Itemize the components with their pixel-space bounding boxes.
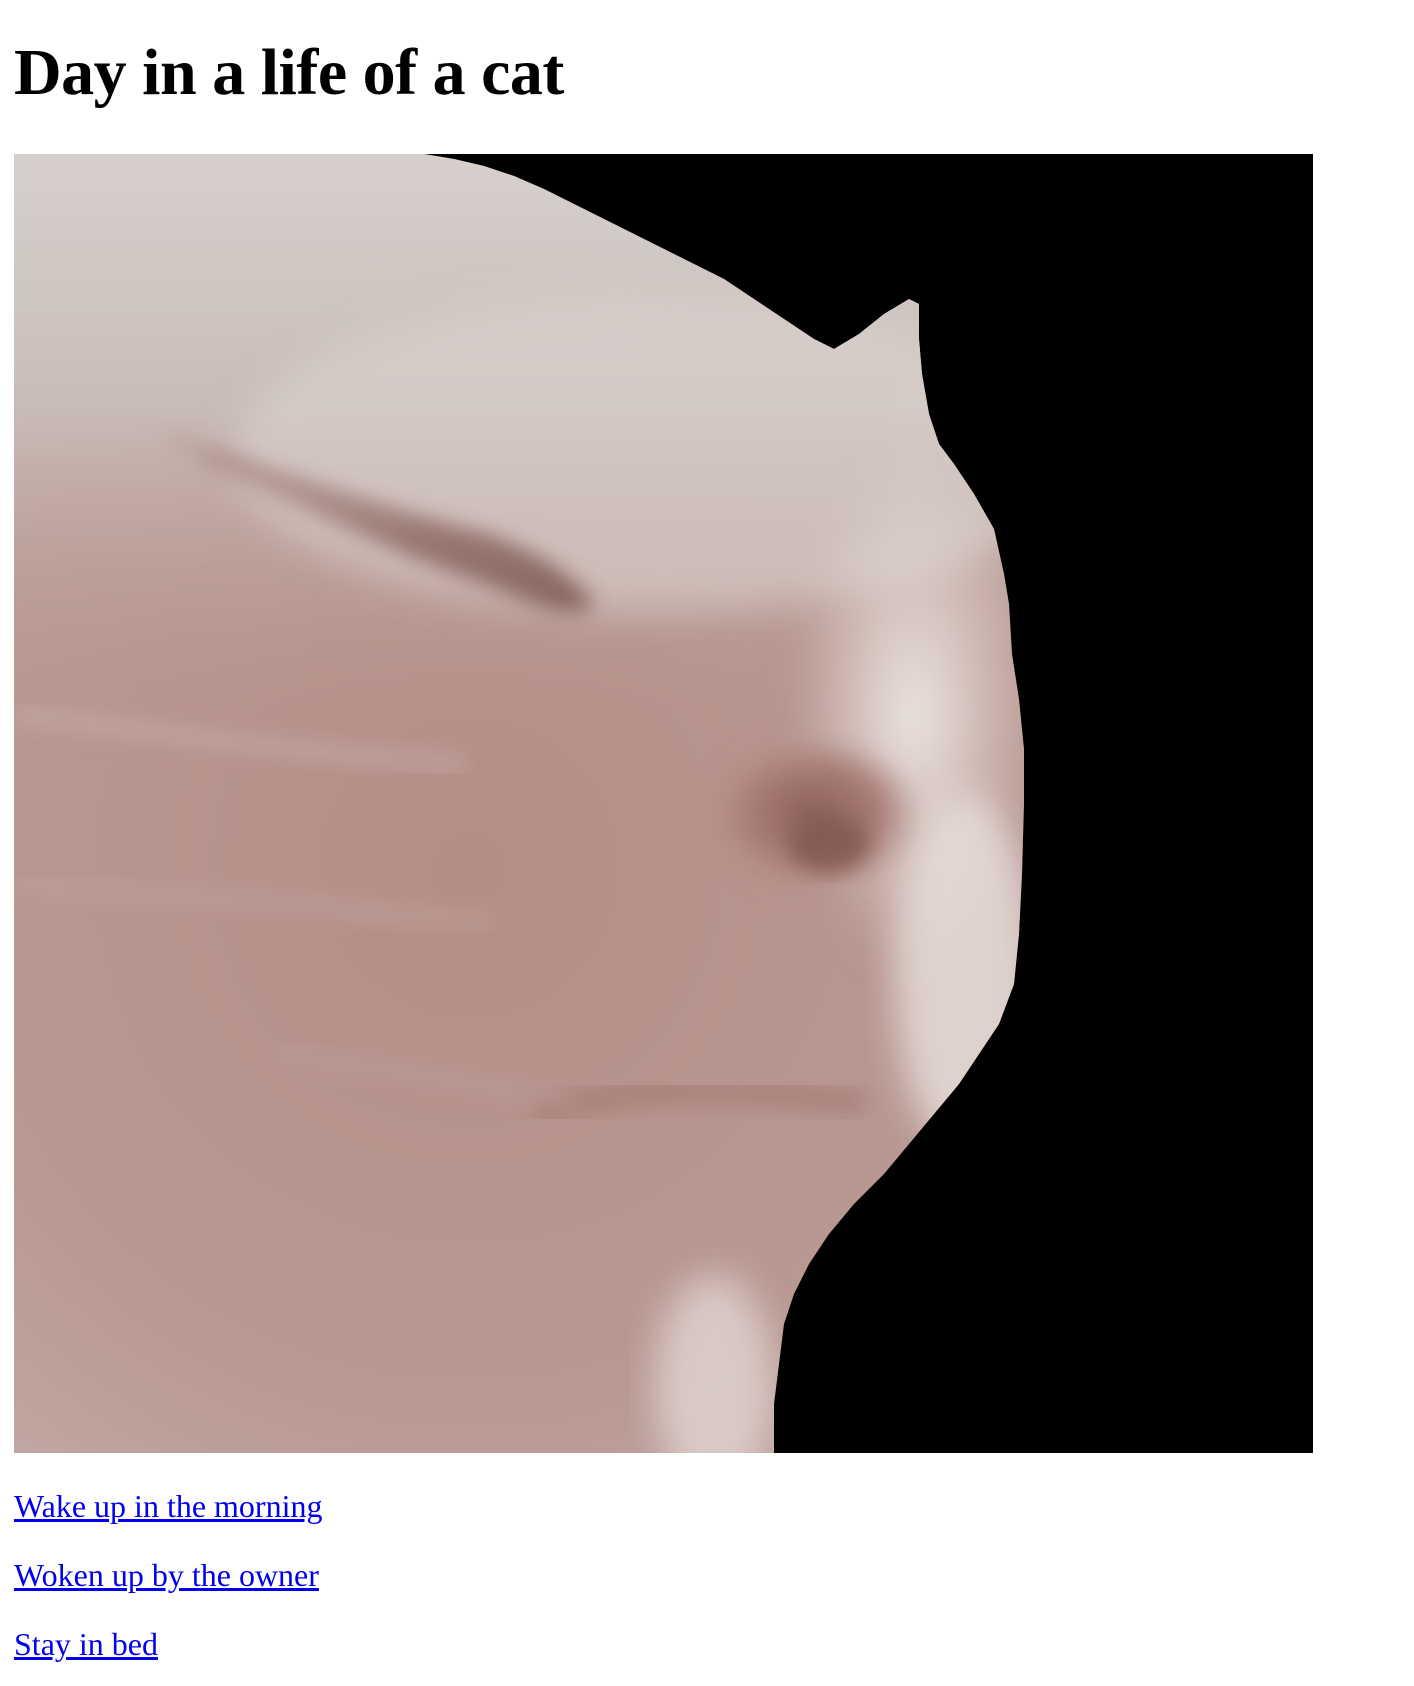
page-title: Day in a life of a cat bbox=[14, 36, 564, 109]
link-wake-up-in-the-morning[interactable]: Wake up in the morning bbox=[14, 1486, 322, 1526]
link-stay-in-bed[interactable]: Stay in bed bbox=[14, 1624, 158, 1664]
cat-photo bbox=[14, 154, 1313, 1453]
link-woken-up-by-the-owner[interactable]: Woken up by the owner bbox=[14, 1555, 319, 1595]
